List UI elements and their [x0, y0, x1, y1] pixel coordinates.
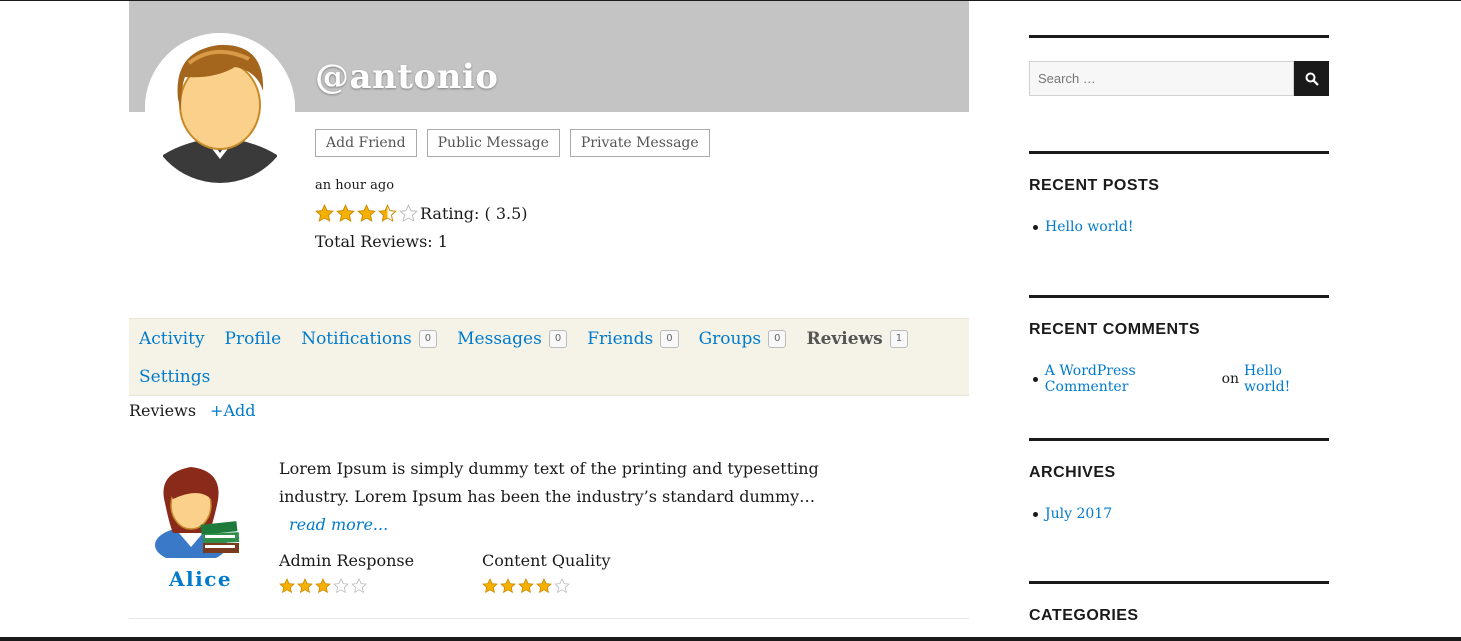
reviews-count-badge: 1 [889, 330, 909, 348]
nav-groups[interactable]: Groups 0 [699, 329, 787, 349]
add-friend-button[interactable]: Add Friend [315, 129, 417, 157]
nav-profile[interactable]: Profile [225, 329, 282, 349]
widget-divider [1029, 438, 1329, 441]
recent-comments-item: A WordPress Commenter on Hello world! [1033, 363, 1329, 395]
profile-nav-row: Activity Profile Notifications 0 Message… [139, 329, 928, 349]
profile-nav: Activity Profile Notifications 0 Message… [129, 318, 969, 396]
nav-label[interactable]: Settings [139, 367, 210, 387]
star-icon [351, 578, 367, 594]
archive-link[interactable]: July 2017 [1045, 506, 1112, 522]
star-icon [399, 204, 418, 222]
last-active: an hour ago [315, 178, 395, 193]
criterion-admin-response: Admin Response [279, 551, 414, 594]
nav-label[interactable]: Profile [225, 329, 282, 349]
review-body: Lorem Ipsum is simply dummy text of the … [279, 459, 819, 506]
star-icon [500, 578, 516, 594]
nav-label[interactable]: Groups [699, 329, 762, 349]
search-icon [1305, 72, 1319, 86]
nav-reviews[interactable]: Reviews 1 [806, 329, 909, 349]
star-icon [315, 204, 334, 222]
reviewer-avatar[interactable] [153, 463, 243, 563]
star-icon [536, 578, 552, 594]
search-input[interactable] [1029, 61, 1294, 96]
nav-label[interactable]: Messages [457, 329, 542, 349]
recent-posts-title: RECENT POSTS [1029, 177, 1160, 194]
star-icon [378, 204, 397, 222]
review-text: Lorem Ipsum is simply dummy text of the … [279, 455, 839, 539]
profile-nav-row-2: Settings [139, 367, 230, 387]
star-icon [357, 204, 376, 222]
widget-divider [1029, 581, 1329, 584]
nav-activity[interactable]: Activity [139, 329, 205, 349]
bullet-icon [1033, 224, 1038, 230]
nav-label[interactable]: Friends [587, 329, 653, 349]
archives-item: July 2017 [1033, 506, 1112, 522]
profile-avatar[interactable] [145, 33, 295, 183]
reviewer-name[interactable]: Alice [169, 567, 232, 591]
nav-label[interactable]: Reviews [806, 329, 882, 349]
widget-divider [1029, 151, 1329, 154]
review-item: Alice Lorem Ipsum is simply dummy text o… [129, 451, 969, 619]
profile-handle: @antonio [315, 57, 499, 97]
star-icon [554, 578, 570, 594]
total-reviews: Total Reviews: 1 [315, 232, 448, 251]
reviews-subnav-title: Reviews [129, 401, 197, 420]
male-avatar-icon [145, 33, 295, 183]
reviews-subnav: Reviews +Add [129, 401, 256, 420]
star-icon [315, 578, 331, 594]
star-icon [482, 578, 498, 594]
criterion-label: Admin Response [279, 551, 415, 570]
star-icon [279, 578, 295, 594]
notifications-count-badge: 0 [418, 330, 438, 348]
star-icon [336, 204, 355, 222]
search-button[interactable] [1294, 61, 1329, 96]
comment-post-link[interactable]: Hello world! [1244, 363, 1329, 395]
search-form [1029, 61, 1329, 96]
recent-posts-item: Hello world! [1033, 219, 1134, 235]
bullet-icon [1033, 511, 1038, 517]
star-icon [297, 578, 313, 594]
archives-title: ARCHIVES [1029, 464, 1116, 481]
criterion-content-quality: Content Quality [482, 551, 611, 594]
recent-post-link[interactable]: Hello world! [1045, 219, 1134, 235]
profile-actions: Add Friend Public Message Private Messag… [315, 129, 710, 157]
nav-settings[interactable]: Settings [139, 367, 210, 387]
nav-messages[interactable]: Messages 0 [457, 329, 568, 349]
criterion-stars [279, 578, 414, 594]
messages-count-badge: 0 [548, 330, 568, 348]
categories-title: CATEGORIES [1029, 607, 1139, 624]
star-icon [333, 578, 349, 594]
criterion-label: Content Quality [482, 551, 611, 570]
nav-label[interactable]: Activity [139, 329, 205, 349]
recent-comments-title: RECENT COMMENTS [1029, 321, 1201, 338]
widget-divider [1029, 35, 1329, 38]
friends-count-badge: 0 [660, 330, 679, 348]
nav-label[interactable]: Notifications [301, 329, 412, 349]
star-icon [518, 578, 534, 594]
page-bottom-border [0, 637, 1461, 641]
comment-on-text: on [1221, 371, 1240, 387]
private-message-button[interactable]: Private Message [569, 129, 710, 157]
female-avatar-icon [155, 467, 240, 563]
profile-rating-stars [315, 204, 420, 223]
widget-divider [1029, 295, 1329, 298]
read-more-link[interactable]: read more... [289, 515, 388, 534]
rating-label: Rating: ( 3.5) [420, 204, 528, 223]
public-message-button[interactable]: Public Message [426, 129, 560, 157]
profile-rating: Rating: ( 3.5) [315, 204, 528, 223]
nav-friends[interactable]: Friends 0 [587, 329, 679, 349]
criterion-stars [482, 578, 611, 594]
bullet-icon [1033, 376, 1038, 382]
comment-author-link[interactable]: A WordPress Commenter [1045, 363, 1217, 395]
groups-count-badge: 0 [768, 330, 787, 348]
add-review-link[interactable]: +Add [210, 401, 255, 420]
nav-notifications[interactable]: Notifications 0 [301, 329, 438, 349]
